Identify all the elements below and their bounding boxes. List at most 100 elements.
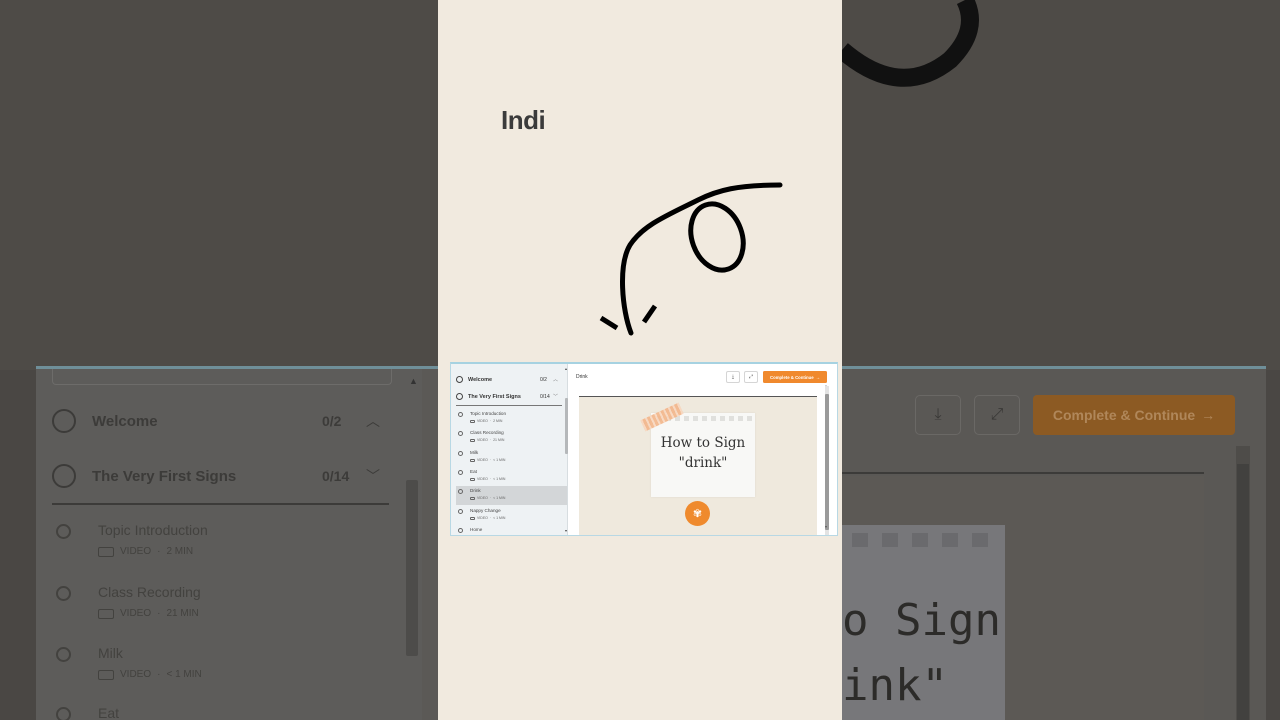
background-meta-length: < 1 MIN	[166, 669, 202, 680]
background-chevron-up-icon: ︿	[366, 413, 380, 429]
background-meta-sep: ·	[157, 608, 161, 619]
video-caption: How to Sign "drink"	[651, 433, 755, 473]
lesson-item[interactable]: Milk VIDEO · < 1 MIN	[456, 448, 567, 467]
circle-icon	[458, 412, 463, 417]
video-camera-icon	[470, 516, 475, 520]
background-expand-icon: ⤢	[974, 395, 1020, 435]
scroll-up-icon[interactable]: ▴	[565, 366, 567, 371]
meta-type: VIDEO	[477, 496, 488, 500]
background-circle-icon	[56, 586, 71, 601]
download-icon[interactable]: ⤓	[726, 371, 740, 383]
circle-icon	[458, 431, 463, 436]
video-caption-line-2: "drink"	[678, 455, 728, 471]
lesson-title: Home	[470, 527, 483, 532]
curly-arrow-icon	[599, 182, 783, 336]
background-meta-type: VIDEO	[120, 669, 152, 680]
lesson-item[interactable]: Home	[456, 525, 567, 535]
meta-length: < 1 MIN	[493, 458, 506, 462]
video-camera-icon	[98, 669, 114, 680]
background-circle-icon	[56, 647, 71, 662]
scroll-thumb[interactable]	[825, 394, 829, 530]
lesson-meta: VIDEO · < 1 MIN	[470, 516, 505, 520]
meta-type: VIDEO	[477, 458, 488, 462]
overlay-title: Indi	[501, 105, 546, 135]
background-meta-sep: ·	[157, 669, 161, 680]
expand-icon[interactable]: ⤢	[744, 371, 758, 383]
lesson-meta: VIDEO · < 1 MIN	[470, 458, 505, 462]
background-video-scrollbar	[1236, 446, 1250, 720]
background-meta-type: VIDEO	[120, 546, 152, 557]
video-camera-icon	[470, 419, 475, 423]
scroll-down-icon[interactable]: ▾	[825, 524, 827, 529]
section-count: 0/14	[540, 394, 550, 400]
content-scrollbar[interactable]	[825, 386, 829, 535]
circle-icon	[458, 470, 463, 475]
meta-separator: ·	[489, 438, 492, 442]
background-download-icon: ⤓	[915, 395, 961, 435]
lesson-item[interactable]: Nappy Change VIDEO · < 1 MIN	[456, 506, 567, 525]
background-circle-icon	[56, 524, 71, 539]
section-very-first-signs[interactable]: The Very First Signs	[456, 393, 521, 400]
background-lesson-title: Class Recording	[98, 584, 201, 600]
circle-icon	[458, 528, 463, 533]
background-scroll-thumb	[1237, 464, 1249, 720]
background-meta-length: 21 MIN	[166, 608, 199, 619]
background-lesson-title: Milk	[98, 645, 123, 661]
background-scroll-up-icon: ▲	[409, 376, 418, 386]
chevron-down-icon[interactable]: ﹀	[553, 393, 558, 400]
scroll-down-icon[interactable]: ▾	[565, 528, 567, 533]
lesson-title: Milk	[470, 450, 479, 455]
section-title: The Very First Signs	[468, 393, 521, 400]
background-lesson-title: Topic Introduction	[98, 522, 208, 538]
complete-continue-button[interactable]: Complete & Continue →	[763, 371, 827, 383]
background-complete-button: Complete & Continue →	[1033, 395, 1235, 435]
background-lesson-meta: VIDEO · 2 MIN	[98, 546, 193, 557]
section-welcome[interactable]: Welcome	[456, 376, 492, 383]
video-camera-icon	[98, 546, 114, 557]
lesson-title: Eat	[470, 469, 477, 474]
lesson-item[interactable]: Eat VIDEO · < 1 MIN	[456, 467, 567, 486]
meta-type: VIDEO	[477, 516, 488, 520]
lesson-item-active[interactable]: Drink VIDEO · < 1 MIN	[456, 486, 567, 505]
background-scrollbar	[406, 480, 418, 656]
meta-separator: ·	[489, 419, 492, 423]
course-sidebar: ▴ Welcome 0/2 ︿ The Very First Signs 0/1…	[451, 364, 568, 535]
background-sign-text-2: ink"	[842, 660, 948, 711]
circle-icon	[458, 509, 463, 514]
meta-type: VIDEO	[477, 419, 488, 423]
meta-separator: ·	[489, 516, 492, 520]
meta-length: < 1 MIN	[493, 516, 506, 520]
background-header-line	[842, 472, 1204, 474]
complete-button-label: Complete & Continue	[770, 374, 814, 380]
background-lesson-meta: VIDEO · < 1 MIN	[98, 669, 202, 680]
arrow-right-icon: →	[1201, 407, 1216, 423]
background-divider	[52, 503, 389, 505]
course-player-screenshot: ▴ Welcome 0/2 ︿ The Very First Signs 0/1…	[450, 362, 838, 536]
chevron-up-icon[interactable]: ︿	[553, 376, 558, 383]
lesson-item[interactable]: Topic Introduction VIDEO · 2 MIN	[456, 409, 567, 428]
background-meta-length: 2 MIN	[166, 546, 194, 557]
background-meta-sep: ·	[157, 546, 161, 557]
meta-separator: ·	[489, 458, 492, 462]
meta-type: VIDEO	[477, 477, 488, 481]
background-meta-type: VIDEO	[120, 608, 152, 619]
lesson-title: Drink	[470, 488, 481, 493]
lesson-meta: VIDEO · 2 MIN	[470, 419, 502, 423]
lesson-content: Drink ⤓ ⤢ Complete & Continue → How to S…	[569, 364, 837, 535]
meta-length: < 1 MIN	[493, 496, 506, 500]
circle-icon	[458, 489, 463, 494]
background-circle-icon	[56, 707, 71, 720]
background-circle-icon	[52, 409, 76, 433]
background-section-title: The Very First Signs	[92, 467, 237, 485]
arrow-right-icon: →	[815, 374, 820, 380]
sidebar-scrollbar[interactable]	[565, 398, 568, 454]
background-lesson-meta: VIDEO · 21 MIN	[98, 608, 199, 619]
note-paper: How to Sign "drink"	[651, 413, 755, 497]
background-section-count: 0/14	[322, 468, 350, 484]
lesson-item[interactable]: Class Recording VIDEO · 21 MIN	[456, 428, 567, 447]
section-title: Welcome	[468, 376, 493, 383]
background-sign-text-1: o Sign	[842, 595, 1001, 646]
lesson-title: Topic Introduction	[470, 411, 507, 416]
video-player[interactable]: How to Sign "drink" ✾	[579, 397, 817, 535]
background-section-first-signs: The Very First Signs	[52, 464, 236, 488]
